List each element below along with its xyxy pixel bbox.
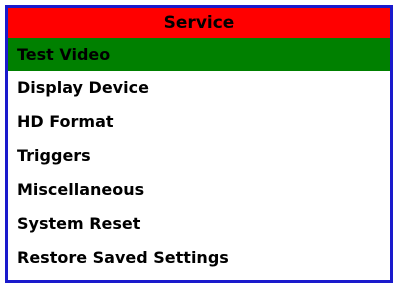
menu-item-miscellaneous[interactable]: Miscellaneous bbox=[8, 173, 390, 207]
menu-list: Test Video Display Device HD Format Trig… bbox=[8, 38, 390, 275]
menu-item-triggers[interactable]: Triggers bbox=[8, 139, 390, 173]
menu-item-display-device[interactable]: Display Device bbox=[8, 71, 390, 105]
service-menu: Service Test Video Display Device HD For… bbox=[5, 5, 393, 283]
menu-item-restore-saved-settings[interactable]: Restore Saved Settings bbox=[8, 241, 390, 275]
menu-item-hd-format[interactable]: HD Format bbox=[8, 105, 390, 139]
menu-title: Service bbox=[8, 8, 390, 38]
menu-item-test-video[interactable]: Test Video bbox=[8, 38, 390, 71]
menu-item-system-reset[interactable]: System Reset bbox=[8, 207, 390, 241]
